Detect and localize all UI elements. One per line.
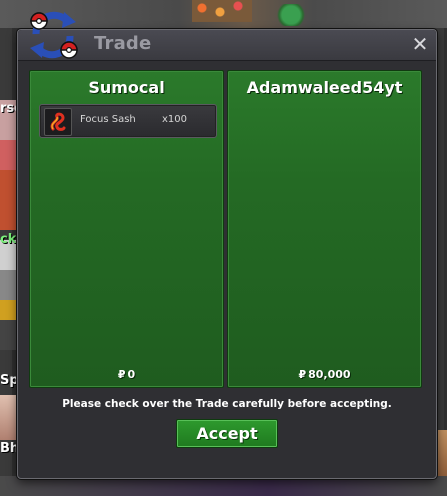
npc-sprite	[0, 100, 18, 230]
close-button[interactable]: ✕	[410, 33, 430, 55]
npc-nameplate: ck	[0, 232, 17, 247]
game-scene: rse ck Sp Bh Trade ✕ Sumocal Focus Sash …	[0, 0, 447, 496]
my-player-name: Sumocal	[88, 78, 165, 97]
trade-window: Trade ✕ Sumocal Focus Sash x100 ₽0 Adamw…	[17, 29, 437, 479]
my-money-offer: ₽0	[30, 368, 223, 381]
money-amount: 0	[127, 368, 136, 381]
partner-money-offer: ₽80,000	[228, 368, 421, 381]
npc-sprite	[0, 240, 18, 350]
trade-notice: Please check over the Trade carefully be…	[62, 398, 392, 410]
trade-window-title: Trade	[94, 33, 152, 54]
my-offer-panel[interactable]: Sumocal Focus Sash x100 ₽0	[29, 70, 224, 388]
flower-bed	[192, 0, 252, 22]
pokedollar-icon: ₽	[298, 368, 307, 381]
partner-player-name: Adamwaleed54yt	[246, 78, 403, 97]
trade-item-row[interactable]: Focus Sash x100	[39, 104, 217, 138]
pokedollar-icon: ₽	[117, 368, 126, 381]
bush	[276, 4, 306, 26]
item-name: Focus Sash	[80, 114, 136, 125]
focus-sash-icon	[44, 108, 72, 136]
trade-logo-icon	[30, 11, 78, 59]
npc-nameplate: Sp	[0, 373, 19, 388]
npc-sprite	[0, 395, 18, 440]
accept-button[interactable]: Accept	[176, 419, 278, 448]
item-quantity: x100	[162, 114, 188, 125]
partner-offer-panel: Adamwaleed54yt ₽80,000	[227, 70, 422, 388]
game-world-bottom-strip	[0, 476, 447, 496]
money-amount: 80,000	[308, 368, 351, 381]
